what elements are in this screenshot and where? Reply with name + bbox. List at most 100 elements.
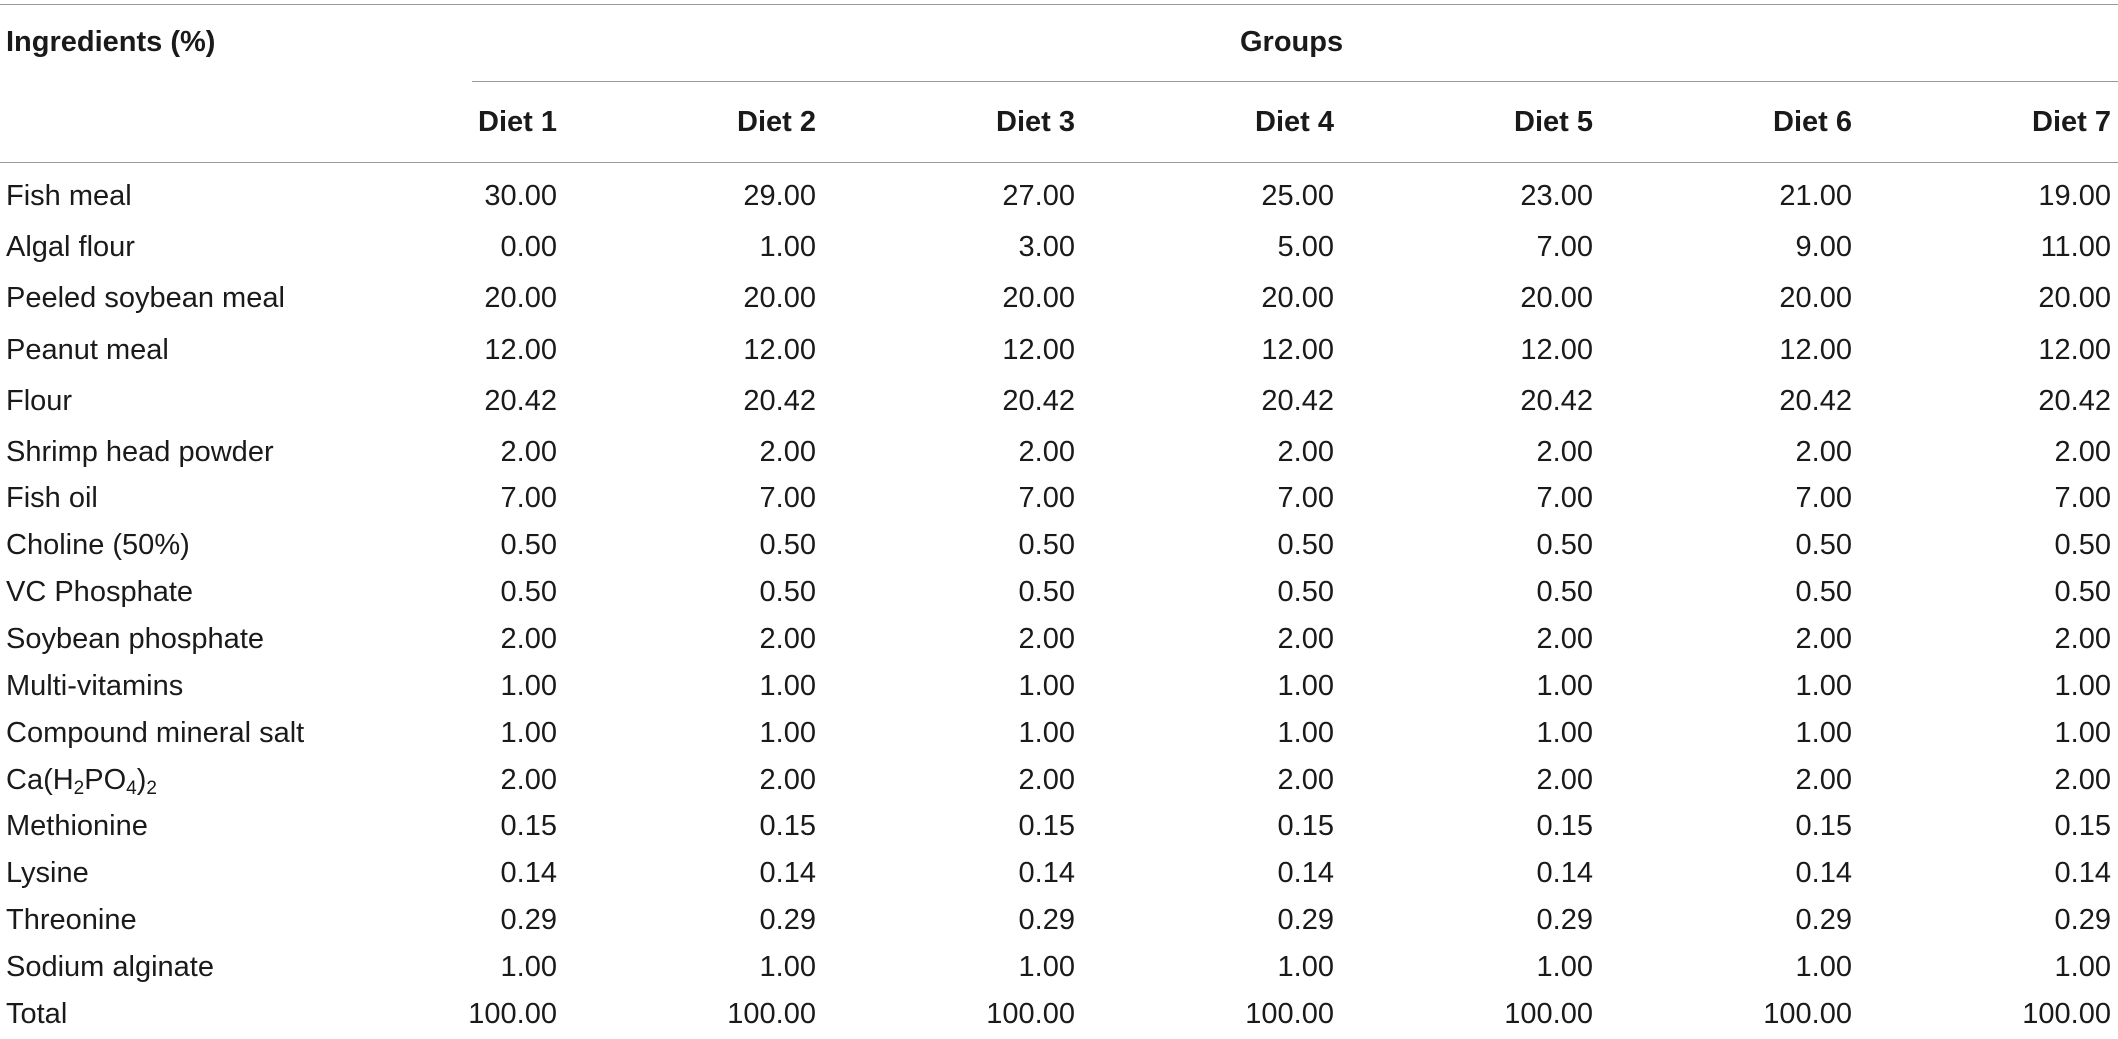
table-cell: 1.00 xyxy=(500,670,557,702)
row-label: Sodium alginate xyxy=(6,951,214,983)
table-cell: 29.00 xyxy=(743,180,816,212)
table-cell: 1.00 xyxy=(2054,951,2111,983)
table-cell: 2.00 xyxy=(2054,623,2111,655)
table-cell: 0.50 xyxy=(759,576,816,608)
table-cell: 0.50 xyxy=(1018,529,1075,561)
table-cell: 25.00 xyxy=(1261,180,1334,212)
row-label: Methionine xyxy=(6,810,148,842)
table-cell: 2.00 xyxy=(2054,764,2111,796)
table-cell: 20.42 xyxy=(484,385,557,417)
table-cell: 1.00 xyxy=(759,951,816,983)
row-label: Algal flour xyxy=(6,231,135,263)
table-cell: 0.50 xyxy=(1795,529,1852,561)
table-cell: 23.00 xyxy=(1520,180,1593,212)
table-cell: 20.00 xyxy=(743,282,816,314)
table-cell: 20.00 xyxy=(1520,282,1593,314)
table-cell: 0.29 xyxy=(2054,904,2111,936)
table-cell: 2.00 xyxy=(1795,623,1852,655)
table-cell: 2.00 xyxy=(1795,764,1852,796)
table-cell: 20.00 xyxy=(1261,282,1334,314)
table-cell: 100.00 xyxy=(468,998,557,1030)
formula-text: Ca(H xyxy=(6,764,74,796)
table-cell: 2.00 xyxy=(500,623,557,655)
table-cell: 100.00 xyxy=(1504,998,1593,1030)
table-cell: 1.00 xyxy=(1795,670,1852,702)
table-cell: 0.29 xyxy=(500,904,557,936)
table-cell: 1.00 xyxy=(1018,951,1075,983)
table-cell: 12.00 xyxy=(1002,334,1075,366)
column-header-diet-1: Diet 1 xyxy=(478,106,557,138)
table-cell: 2.00 xyxy=(759,436,816,468)
row-label: Fish oil xyxy=(6,482,98,514)
table-cell: 0.50 xyxy=(1536,576,1593,608)
table-cell: 0.50 xyxy=(759,529,816,561)
table-cell: 0.50 xyxy=(1018,576,1075,608)
formula-subscript: 4 xyxy=(126,778,137,799)
stub-header: Ingredients (%) xyxy=(6,26,216,58)
column-header-diet-4: Diet 4 xyxy=(1255,106,1334,138)
row-label: Total xyxy=(6,998,68,1030)
table-cell: 30.00 xyxy=(484,180,557,212)
group-rule xyxy=(472,81,2118,82)
table-cell: 0.50 xyxy=(1277,529,1334,561)
table-cell: 12.00 xyxy=(1520,334,1593,366)
table-cell: 0.15 xyxy=(1795,810,1852,842)
table-cell: 12.00 xyxy=(743,334,816,366)
row-label: Soybean phosphate xyxy=(6,623,264,655)
top-rule xyxy=(0,4,2118,5)
table-cell: 0.50 xyxy=(1795,576,1852,608)
table-cell: 2.00 xyxy=(1795,436,1852,468)
row-label: Peeled soybean meal xyxy=(6,282,285,314)
table-cell: 0.14 xyxy=(759,857,816,889)
table-cell: 27.00 xyxy=(1002,180,1075,212)
table-cell: 2.00 xyxy=(1018,764,1075,796)
formula-subscript: 2 xyxy=(146,778,157,799)
table-cell: 0.29 xyxy=(1536,904,1593,936)
table-cell: 1.00 xyxy=(1277,670,1334,702)
table-cell: 0.14 xyxy=(2054,857,2111,889)
table-cell: 11.00 xyxy=(2040,231,2111,263)
table-cell: 0.50 xyxy=(1536,529,1593,561)
table-cell: 2.00 xyxy=(1536,623,1593,655)
table-cell: 1.00 xyxy=(1018,717,1075,749)
formula-subscript: 2 xyxy=(73,778,85,799)
table-cell: 12.00 xyxy=(2038,334,2111,366)
table-cell: 0.14 xyxy=(1018,857,1075,889)
row-label: Ca(H2PO4)2 xyxy=(6,764,157,799)
table-cell: 0.15 xyxy=(2054,810,2111,842)
table-cell: 100.00 xyxy=(2022,998,2111,1030)
table-cell: 2.00 xyxy=(1277,436,1334,468)
table-cell: 2.00 xyxy=(759,623,816,655)
table-cell: 1.00 xyxy=(1536,951,1593,983)
column-header-diet-3: Diet 3 xyxy=(996,106,1075,138)
table-cell: 21.00 xyxy=(1779,180,1852,212)
column-header-diet-2: Diet 2 xyxy=(737,106,816,138)
row-label: Multi-vitamins xyxy=(6,670,184,702)
table-cell: 1.00 xyxy=(1277,951,1334,983)
table-cell: 7.00 xyxy=(1536,231,1593,263)
row-label: VC Phosphate xyxy=(6,576,194,608)
table-cell: 1.00 xyxy=(759,717,816,749)
table-cell: 0.50 xyxy=(500,529,557,561)
table-cell: 0.15 xyxy=(1277,810,1334,842)
table-cell: 7.00 xyxy=(759,482,816,514)
table-cell: 100.00 xyxy=(1245,998,1334,1030)
table-cell: 0.29 xyxy=(1277,904,1334,936)
table-cell: 2.00 xyxy=(2054,436,2111,468)
table-cell: 0.14 xyxy=(1536,857,1593,889)
table-cell: 0.15 xyxy=(1018,810,1075,842)
table-cell: 2.00 xyxy=(1277,623,1334,655)
table-cell: 20.42 xyxy=(1002,385,1075,417)
table-cell: 0.15 xyxy=(759,810,816,842)
table-cell: 1.00 xyxy=(759,231,816,263)
table-cell: 20.42 xyxy=(1261,385,1334,417)
table-cell: 20.42 xyxy=(743,385,816,417)
table-cell: 1.00 xyxy=(1018,670,1075,702)
row-label: Fish meal xyxy=(6,180,132,212)
row-label: Flour xyxy=(6,385,73,417)
table-cell: 0.15 xyxy=(500,810,557,842)
table-cell: 3.00 xyxy=(1018,231,1075,263)
column-header-diet-5: Diet 5 xyxy=(1514,106,1593,138)
header-rule xyxy=(0,162,2118,163)
table-cell: 20.00 xyxy=(2038,282,2111,314)
